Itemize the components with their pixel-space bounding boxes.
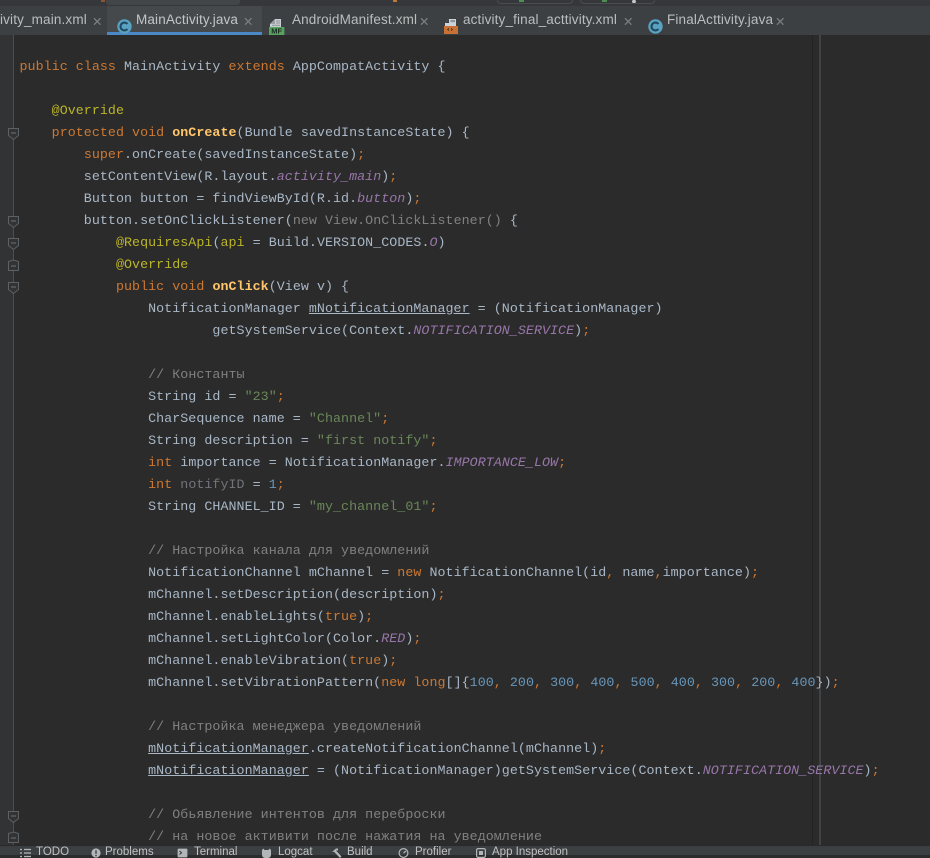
- svg-text:MF: MF: [271, 27, 282, 35]
